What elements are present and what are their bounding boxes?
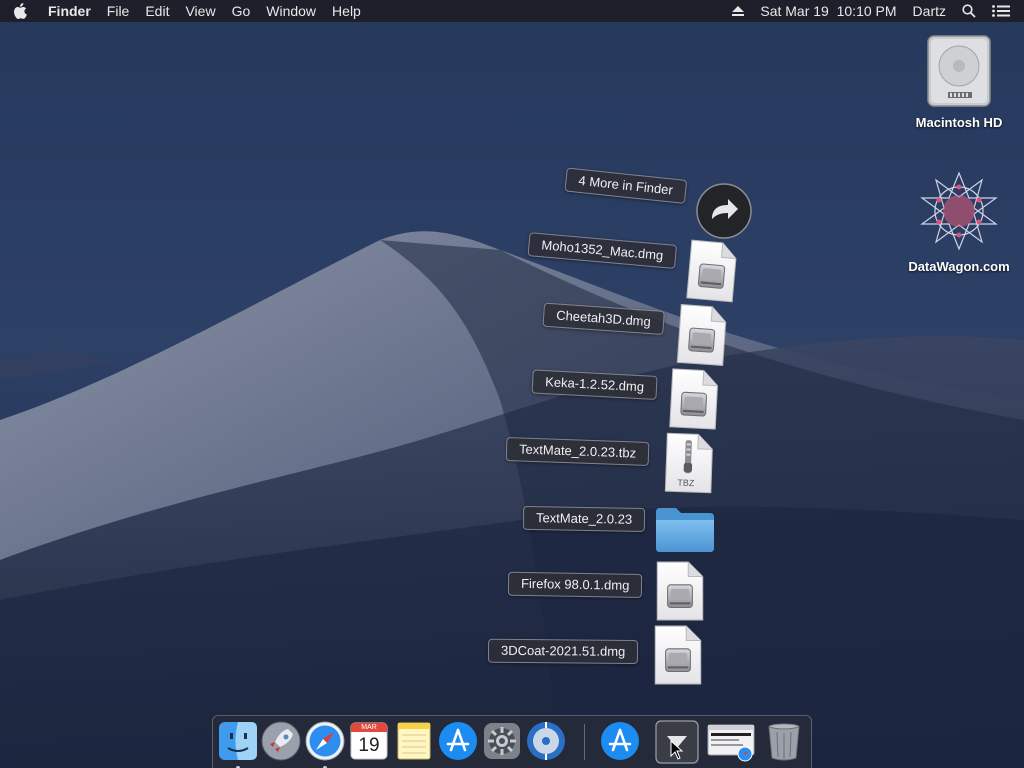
dock-item-finder[interactable] <box>217 720 259 768</box>
menu-go[interactable]: Go <box>224 0 259 22</box>
finder-icon <box>219 722 257 760</box>
menu-bar: Finder File Edit View Go Window Help Sat… <box>0 0 1024 22</box>
menu-help[interactable]: Help <box>324 0 369 22</box>
dmg-file-icon <box>684 238 739 304</box>
stack-item-label: TextMate_2.0.23.tbz <box>505 437 650 466</box>
safari-compass-icon <box>305 721 345 761</box>
dock-item-launchpad[interactable] <box>260 720 302 762</box>
stack-item-label: 3DCoat-2021.51.dmg <box>487 638 639 664</box>
notification-center-icon[interactable] <box>984 5 1024 17</box>
calendar-month: MAR <box>361 724 377 731</box>
desktop-icon-datawagon[interactable]: DataWagon.com <box>904 170 1014 274</box>
dmg-file-icon <box>675 302 729 367</box>
safari-window-icon <box>707 724 755 762</box>
dock-item-calendar[interactable]: MAR 19 <box>348 720 390 762</box>
dmg-file-icon <box>667 367 720 432</box>
app-store-icon <box>439 722 477 760</box>
calendar-day: 19 <box>358 735 380 756</box>
apple-menu-icon[interactable] <box>0 0 40 22</box>
dock-item-app-store[interactable] <box>437 720 479 762</box>
disc-utility-icon <box>527 722 565 760</box>
dmg-file-icon <box>653 624 703 686</box>
spotlight-search-icon[interactable] <box>954 4 984 18</box>
mouse-cursor-icon <box>670 740 684 760</box>
menu-user[interactable]: Dartz <box>905 0 954 22</box>
stack-item-label: Firefox 98.0.1.dmg <box>507 571 643 598</box>
menu-app-finder[interactable]: Finder <box>40 0 99 22</box>
dock-item-safari[interactable] <box>304 720 346 768</box>
desktop-icon-label: DataWagon.com <box>908 259 1010 274</box>
dock-item-web-preview[interactable] <box>707 720 755 762</box>
dock-item-trash[interactable] <box>763 720 805 762</box>
folder-icon <box>656 508 714 552</box>
hard-drive-icon <box>927 35 991 107</box>
eject-icon[interactable] <box>724 6 752 16</box>
datawagon-logo-icon <box>920 171 998 251</box>
stack-item-label: TextMate_2.0.23 <box>522 505 646 532</box>
dock-item-system-preferences[interactable] <box>481 720 523 762</box>
dock-item-notes[interactable] <box>393 720 435 762</box>
notes-icon <box>397 722 431 760</box>
desktop-icon-label: Macintosh HD <box>915 115 1003 130</box>
menu-window[interactable]: Window <box>258 0 324 22</box>
dock-separator <box>584 724 585 760</box>
dock: MAR 19 <box>212 715 812 768</box>
menu-clock[interactable]: Sat Mar 19 10:10 PM <box>752 0 904 22</box>
menu-edit[interactable]: Edit <box>137 0 177 22</box>
dock-item-app-store-folder[interactable] <box>599 720 641 762</box>
tbz-badge: TBZ <box>677 477 695 489</box>
tbz-archive-icon: TBZ <box>663 431 715 500</box>
menu-file[interactable]: File <box>99 0 138 22</box>
launchpad-rocket-icon <box>261 721 301 761</box>
gear-icon <box>484 723 520 759</box>
app-store-folder-icon <box>601 722 639 760</box>
desktop-icon-macintosh-hd[interactable]: Macintosh HD <box>904 32 1014 130</box>
desktop[interactable]: Finder File Edit View Go Window Help Sat… <box>0 0 1024 768</box>
arrow-forward-icon[interactable] <box>696 183 752 244</box>
dock-item-disc-utility[interactable] <box>525 720 567 762</box>
menu-view[interactable]: View <box>177 0 223 22</box>
trash-icon <box>768 723 800 761</box>
dmg-file-icon <box>655 560 705 622</box>
